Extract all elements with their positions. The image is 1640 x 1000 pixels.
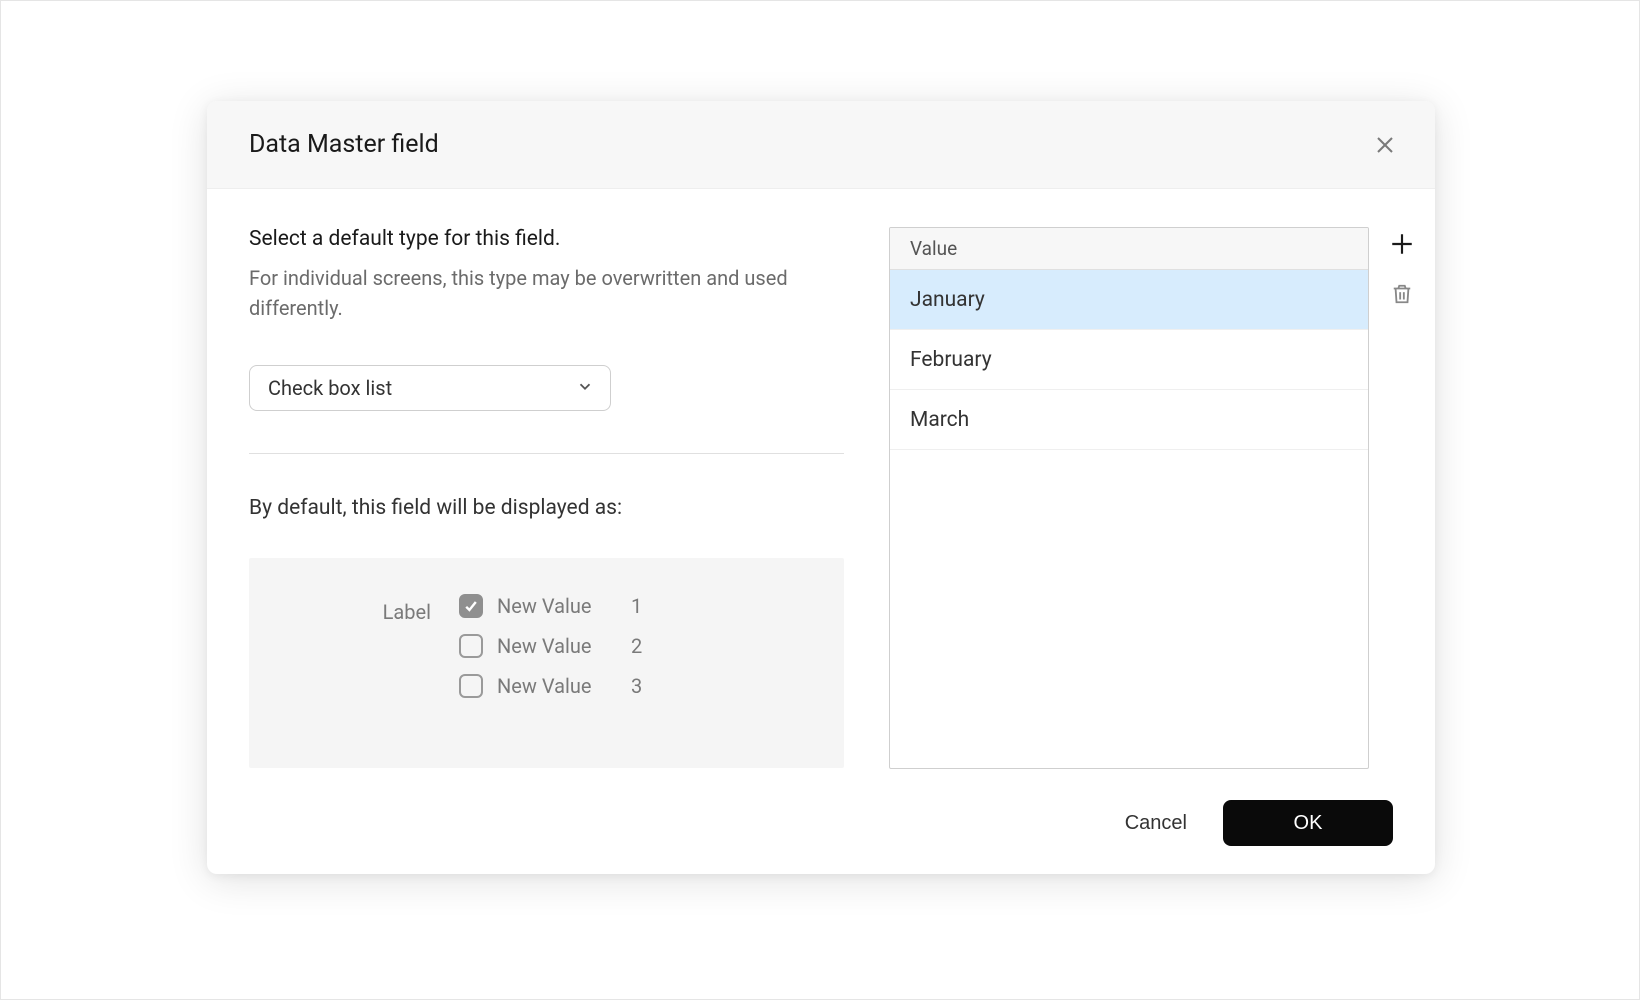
value-row-label: February (910, 348, 992, 372)
value-list-actions (1387, 227, 1417, 769)
preview-item-name: New Value (497, 594, 615, 618)
dialog-footer: Cancel OK (1117, 800, 1393, 846)
display-as-label: By default, this field will be displayed… (249, 496, 843, 520)
delete-value-button[interactable] (1387, 279, 1417, 309)
data-master-field-dialog: Data Master field Select a default type … (207, 101, 1435, 874)
value-row[interactable]: February (890, 330, 1368, 390)
preview-item-num: 1 (631, 594, 642, 618)
trash-icon (1391, 283, 1413, 305)
close-icon (1375, 135, 1395, 155)
dialog-title: Data Master field (249, 130, 439, 159)
field-type-select[interactable]: Check box list (249, 365, 611, 411)
value-row-label: January (910, 288, 985, 312)
value-list-header: Value (890, 228, 1368, 270)
preview-items: New Value 1 New Value 2 New Value 3 (459, 594, 642, 768)
preview-box: Label New Value 1 (249, 558, 844, 768)
right-column: Value January February March (889, 227, 1417, 769)
left-column: Select a default type for this field. Fo… (249, 227, 843, 769)
dialog-header: Data Master field (207, 101, 1435, 189)
preview-item-name: New Value (497, 634, 615, 658)
add-value-button[interactable] (1387, 229, 1417, 259)
close-button[interactable] (1371, 131, 1399, 159)
cancel-button[interactable]: Cancel (1117, 802, 1195, 845)
value-list: Value January February March (889, 227, 1369, 769)
preview-item-num: 2 (631, 634, 642, 658)
dialog-body: Select a default type for this field. Fo… (207, 189, 1435, 769)
sub-text: For individual screens, this type may be… (249, 263, 839, 323)
value-row[interactable]: March (890, 390, 1368, 450)
value-row[interactable]: January (890, 270, 1368, 330)
preview-item: New Value 3 (459, 674, 642, 698)
divider (249, 453, 844, 454)
preview-item: New Value 2 (459, 634, 642, 658)
checkbox-unchecked-icon (459, 674, 483, 698)
preview-label: Label (249, 594, 459, 768)
chevron-down-icon (576, 376, 594, 400)
page-outer: Data Master field Select a default type … (0, 0, 1640, 1000)
preview-item-num: 3 (631, 674, 642, 698)
checkbox-unchecked-icon (459, 634, 483, 658)
preview-item: New Value 1 (459, 594, 642, 618)
checkbox-checked-icon (459, 594, 483, 618)
field-type-value: Check box list (268, 376, 392, 400)
value-row-label: March (910, 408, 969, 432)
plus-icon (1389, 231, 1415, 257)
lead-text: Select a default type for this field. (249, 227, 843, 251)
preview-item-name: New Value (497, 674, 615, 698)
ok-button[interactable]: OK (1223, 800, 1393, 846)
